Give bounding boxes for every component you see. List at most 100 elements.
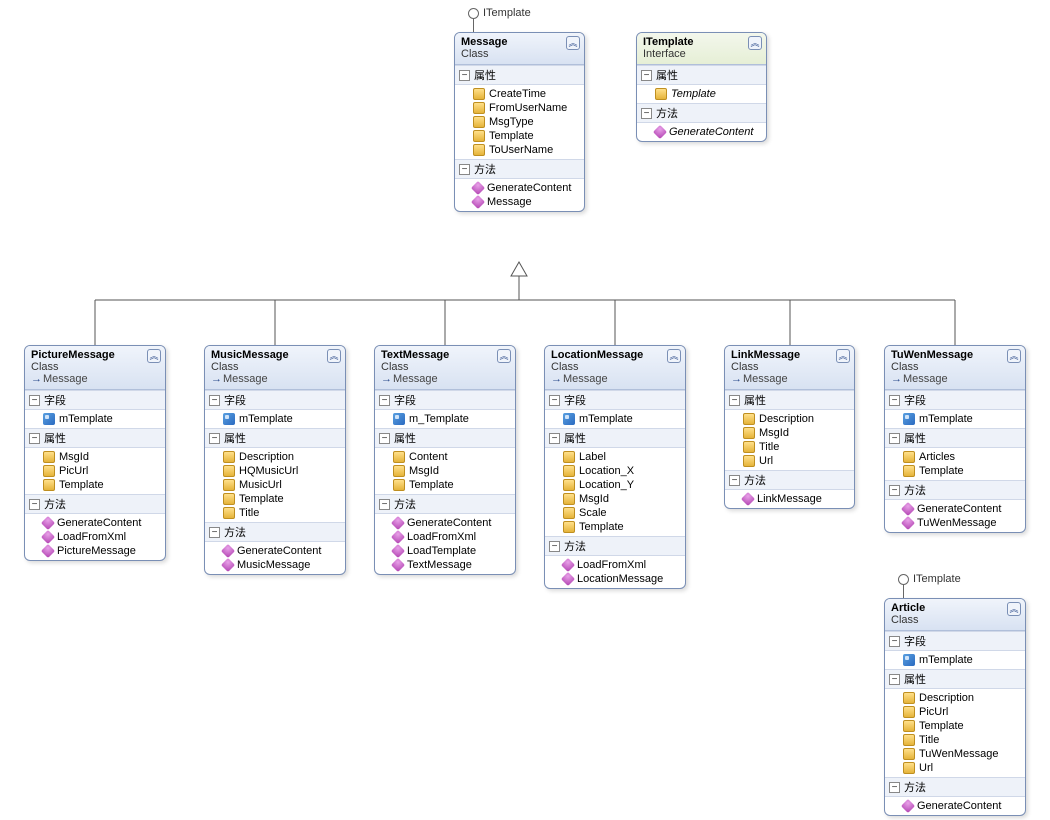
method-item[interactable]: LoadFromXml (27, 530, 163, 544)
method-item[interactable]: GenerateContent (639, 125, 764, 139)
minus-icon[interactable]: − (641, 70, 652, 81)
property-item[interactable]: MsgType (457, 115, 582, 129)
property-item[interactable]: Description (887, 691, 1023, 705)
field-item[interactable]: mTemplate (887, 653, 1023, 667)
class-box-picture[interactable]: PictureMessage Class →Message ︽ −字段 mTem… (24, 345, 166, 561)
method-item[interactable]: TuWenMessage (887, 516, 1023, 530)
section-methods[interactable]: −方法 (455, 159, 584, 179)
property-item[interactable]: Label (547, 450, 683, 464)
minus-icon[interactable]: − (729, 475, 740, 486)
section-properties[interactable]: −属性 (545, 428, 685, 448)
section-fields[interactable]: −字段 (375, 390, 515, 410)
minus-icon[interactable]: − (549, 433, 560, 444)
property-item[interactable]: Title (207, 506, 343, 520)
property-item[interactable]: Articles (887, 450, 1023, 464)
minus-icon[interactable]: − (209, 527, 220, 538)
chevron-up-icon[interactable]: ︽ (147, 349, 161, 363)
class-box-music[interactable]: MusicMessage Class →Message ︽ −字段 mTempl… (204, 345, 346, 575)
section-properties[interactable]: −属性 (455, 65, 584, 85)
chevron-up-icon[interactable]: ︽ (327, 349, 341, 363)
method-item[interactable]: GenerateContent (377, 516, 513, 530)
minus-icon[interactable]: − (889, 782, 900, 793)
minus-icon[interactable]: − (641, 108, 652, 119)
property-item[interactable]: Scale (547, 506, 683, 520)
property-item[interactable]: Template (207, 492, 343, 506)
minus-icon[interactable]: − (549, 395, 560, 406)
property-item[interactable]: MsgId (377, 464, 513, 478)
minus-icon[interactable]: − (209, 433, 220, 444)
section-methods[interactable]: −方法 (725, 470, 854, 490)
section-methods[interactable]: −方法 (885, 777, 1025, 797)
section-fields[interactable]: −字段 (25, 390, 165, 410)
minus-icon[interactable]: − (729, 395, 740, 406)
property-item[interactable]: Template (547, 520, 683, 534)
minus-icon[interactable]: − (889, 636, 900, 647)
class-box-message[interactable]: Message Class ︽ −属性 CreateTime FromUserN… (454, 32, 585, 212)
method-item[interactable]: GenerateContent (887, 799, 1023, 813)
property-item[interactable]: Template (457, 129, 582, 143)
section-properties[interactable]: −属性 (885, 428, 1025, 448)
method-item[interactable]: LinkMessage (727, 492, 852, 506)
property-item[interactable]: Location_X (547, 464, 683, 478)
minus-icon[interactable]: − (29, 433, 40, 444)
chevron-up-icon[interactable]: ︽ (667, 349, 681, 363)
property-item[interactable]: FromUserName (457, 101, 582, 115)
section-methods[interactable]: −方法 (375, 494, 515, 514)
minus-icon[interactable]: − (549, 541, 560, 552)
method-item[interactable]: LoadFromXml (547, 558, 683, 572)
class-box-location[interactable]: LocationMessage Class →Message ︽ −字段 mTe… (544, 345, 686, 589)
section-properties[interactable]: −属性 (885, 669, 1025, 689)
property-item[interactable]: CreateTime (457, 87, 582, 101)
property-item[interactable]: MsgId (27, 450, 163, 464)
chevron-up-icon[interactable]: ︽ (566, 36, 580, 50)
property-item[interactable]: Url (887, 761, 1023, 775)
method-item[interactable]: TextMessage (377, 558, 513, 572)
minus-icon[interactable]: − (459, 70, 470, 81)
property-item[interactable]: Description (727, 412, 852, 426)
property-item[interactable]: MusicUrl (207, 478, 343, 492)
method-item[interactable]: GenerateContent (207, 544, 343, 558)
minus-icon[interactable]: − (459, 164, 470, 175)
method-item[interactable]: LocationMessage (547, 572, 683, 586)
section-properties[interactable]: −属性 (205, 428, 345, 448)
chevron-up-icon[interactable]: ︽ (748, 36, 762, 50)
minus-icon[interactable]: − (889, 485, 900, 496)
section-fields[interactable]: −字段 (545, 390, 685, 410)
property-item[interactable]: Title (727, 440, 852, 454)
property-item[interactable]: Description (207, 450, 343, 464)
section-properties[interactable]: −属性 (725, 390, 854, 410)
property-item[interactable]: Template (887, 719, 1023, 733)
field-item[interactable]: mTemplate (547, 412, 683, 426)
minus-icon[interactable]: − (29, 395, 40, 406)
section-methods[interactable]: −方法 (25, 494, 165, 514)
property-item[interactable]: ToUserName (457, 143, 582, 157)
method-item[interactable]: LoadFromXml (377, 530, 513, 544)
class-box-text[interactable]: TextMessage Class →Message ︽ −字段 m_Templ… (374, 345, 516, 575)
minus-icon[interactable]: − (889, 395, 900, 406)
minus-icon[interactable]: − (379, 433, 390, 444)
field-item[interactable]: m_Template (377, 412, 513, 426)
chevron-up-icon[interactable]: ︽ (1007, 602, 1021, 616)
section-fields[interactable]: −字段 (885, 631, 1025, 651)
property-item[interactable]: PicUrl (27, 464, 163, 478)
minus-icon[interactable]: − (889, 674, 900, 685)
property-item[interactable]: MsgId (547, 492, 683, 506)
section-fields[interactable]: −字段 (885, 390, 1025, 410)
section-methods[interactable]: −方法 (205, 522, 345, 542)
chevron-up-icon[interactable]: ︽ (836, 349, 850, 363)
method-item[interactable]: GenerateContent (887, 502, 1023, 516)
property-item[interactable]: MsgId (727, 426, 852, 440)
class-box-link[interactable]: LinkMessage Class →Message ︽ −属性 Descrip… (724, 345, 855, 509)
minus-icon[interactable]: − (379, 499, 390, 510)
interface-box-itemplate[interactable]: ITemplate Interface ︽ −属性 Template −方法 G… (636, 32, 767, 142)
section-methods[interactable]: −方法 (637, 103, 766, 123)
method-item[interactable]: GenerateContent (27, 516, 163, 530)
property-item[interactable]: Template (27, 478, 163, 492)
property-item[interactable]: Url (727, 454, 852, 468)
method-item[interactable]: LoadTemplate (377, 544, 513, 558)
section-properties[interactable]: −属性 (375, 428, 515, 448)
field-item[interactable]: mTemplate (207, 412, 343, 426)
section-properties[interactable]: −属性 (25, 428, 165, 448)
property-item[interactable]: Template (639, 87, 764, 101)
method-item[interactable]: PictureMessage (27, 544, 163, 558)
